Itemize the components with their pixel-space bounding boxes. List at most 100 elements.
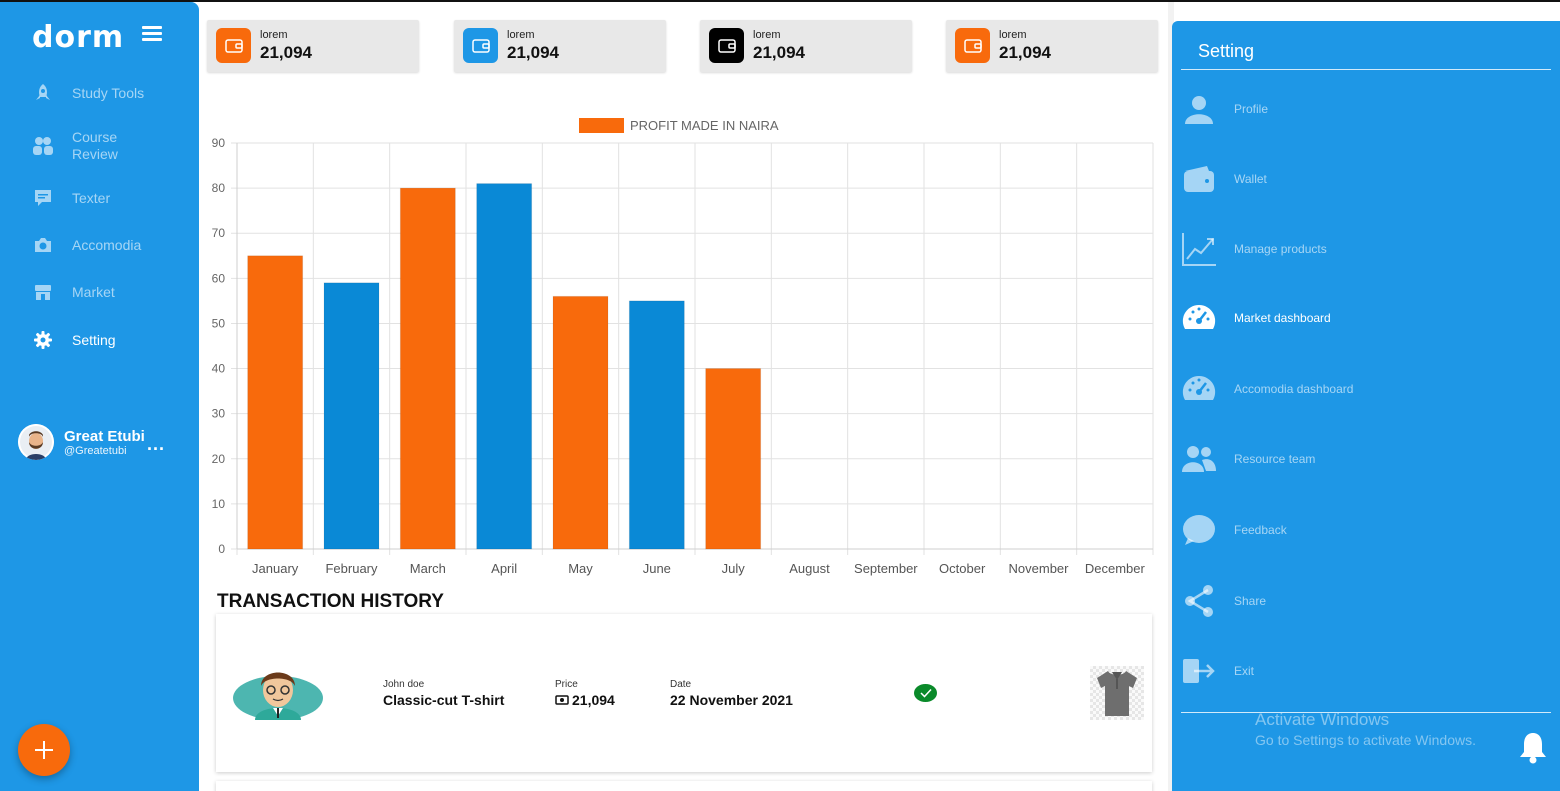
settings-item-label: Resource team [1234, 452, 1316, 466]
settings-item-market-dashboard[interactable]: Market dashboard [1181, 300, 1331, 336]
y-tick-label: 20 [212, 452, 226, 466]
settings-item-profile[interactable]: Profile [1181, 91, 1268, 127]
check-icon [914, 684, 937, 702]
rocket-icon [32, 82, 54, 104]
sidebar-item-label: Course Review [72, 129, 118, 162]
watermark-subtitle: Go to Settings to activate Windows. [1255, 732, 1476, 748]
sidebar: dorm Study Tools Course Review Texter Ac… [0, 2, 199, 791]
exit-icon [1181, 653, 1217, 689]
profit-bar-chart: 0 10 20 30 40 50 60 70 80 90 January February March A… [200, 105, 1165, 585]
camera-icon [32, 234, 54, 256]
sidebar-item-study-tools[interactable]: Study Tools [32, 82, 144, 104]
users-icon [32, 135, 54, 157]
menu-icon[interactable] [142, 26, 162, 42]
x-tick-label: April [491, 561, 517, 576]
card-label: lorem [999, 29, 1027, 41]
team-icon [1181, 441, 1217, 477]
sidebar-item-label: Setting [72, 331, 116, 348]
stat-card[interactable]: lorem 21,094 [700, 20, 912, 72]
avatar [18, 424, 54, 460]
stat-card[interactable]: lorem 21,094 [207, 20, 419, 72]
card-label: lorem [260, 29, 288, 41]
user-profile[interactable]: Great Etubi @Greatetubi [18, 424, 145, 460]
plus-icon [35, 741, 53, 759]
y-tick-label: 50 [212, 316, 226, 330]
sidebar-item-label: Texter [72, 189, 111, 206]
y-tick-label: 10 [212, 497, 226, 511]
sidebar-item-label: Study Tools [72, 84, 145, 101]
bar [476, 183, 533, 550]
price-value: 21,094 [572, 692, 615, 708]
date-value: 22 November 2021 [670, 692, 793, 708]
bar [705, 368, 762, 550]
cash-icon [555, 695, 569, 705]
x-tick-label: January [252, 561, 299, 576]
date-label: Date [670, 679, 692, 690]
stat-card[interactable]: lorem 21,094 [454, 20, 666, 72]
watermark-title: Activate Windows [1255, 710, 1390, 729]
settings-item-feedback[interactable]: Feedback [1181, 512, 1287, 548]
sidebar-item-course-review[interactable]: Course Review [32, 129, 152, 163]
sidebar-item-market[interactable]: Market [32, 281, 115, 303]
wallet-icon [709, 28, 744, 63]
x-tick-label: June [643, 561, 671, 576]
x-tick-label: February [325, 561, 378, 576]
add-button[interactable] [18, 724, 70, 776]
card-value: 21,094 [753, 43, 805, 62]
card-label: lorem [753, 29, 781, 41]
sidebar-item-setting[interactable]: Setting [32, 329, 116, 351]
wallet-icon [955, 28, 990, 63]
divider [1181, 69, 1551, 70]
message-icon [32, 187, 54, 209]
settings-item-label: Accomodia dashboard [1234, 382, 1354, 396]
bar [552, 295, 609, 550]
settings-item-manage-products[interactable]: Manage products [1181, 231, 1327, 267]
windows-activation-watermark: Activate Windows Go to Settings to activ… [1255, 710, 1476, 748]
wallet-icon [463, 28, 498, 63]
y-tick-label: 70 [212, 226, 226, 240]
settings-item-accomodia-dashboard[interactable]: Accomodia dashboard [1181, 371, 1353, 407]
tshirt-icon [1097, 671, 1137, 716]
y-tick-label: 60 [212, 271, 226, 285]
settings-item-exit[interactable]: Exit [1181, 653, 1254, 689]
settings-item-resource-team[interactable]: Resource team [1181, 441, 1315, 477]
card-label: lorem [507, 29, 535, 41]
product-image[interactable] [1090, 666, 1144, 720]
transaction-row[interactable] [216, 781, 1152, 791]
price-label: Price [555, 679, 578, 690]
sidebar-item-accomodia[interactable]: Accomodia [32, 234, 141, 256]
x-tick-label: September [854, 561, 918, 576]
gear-icon [32, 329, 54, 351]
bar [247, 255, 304, 550]
share-icon [1181, 583, 1217, 619]
product-name: Classic-cut T-shirt [383, 692, 505, 708]
legend-swatch [579, 118, 624, 133]
x-tick-label: August [789, 561, 830, 576]
y-tick-label: 90 [212, 136, 226, 150]
stat-card[interactable]: lorem 21,094 [946, 20, 1158, 72]
bell-icon[interactable] [1518, 730, 1548, 769]
settings-item-share[interactable]: Share [1181, 583, 1266, 619]
x-tick-label: May [568, 561, 593, 576]
settings-item-wallet[interactable]: Wallet [1181, 161, 1267, 197]
sidebar-item-texter[interactable]: Texter [32, 187, 110, 209]
customer-avatar [233, 664, 323, 720]
store-icon [32, 281, 54, 303]
top-border [0, 0, 1560, 2]
wallet-icon [1181, 161, 1217, 197]
more-options-icon[interactable]: ... [147, 434, 165, 455]
transaction-row[interactable]: John doe Classic-cut T-shirt Price 21,09… [216, 614, 1152, 772]
legend-label: PROFIT MADE IN NAIRA [630, 118, 779, 133]
profile-name: Great Etubi [64, 427, 145, 445]
app-logo[interactable]: dorm [32, 20, 124, 55]
transaction-history-title: TRANSACTION HISTORY [217, 591, 444, 612]
speedometer-icon [1181, 300, 1217, 336]
sidebar-item-label: Market [72, 283, 115, 300]
y-tick-label: 40 [212, 362, 226, 376]
card-value: 21,094 [507, 43, 559, 62]
bar [323, 282, 380, 550]
card-value: 21,094 [999, 43, 1051, 62]
x-tick-label: March [410, 561, 446, 576]
settings-item-label: Share [1234, 594, 1267, 608]
card-value: 21,094 [260, 43, 312, 62]
